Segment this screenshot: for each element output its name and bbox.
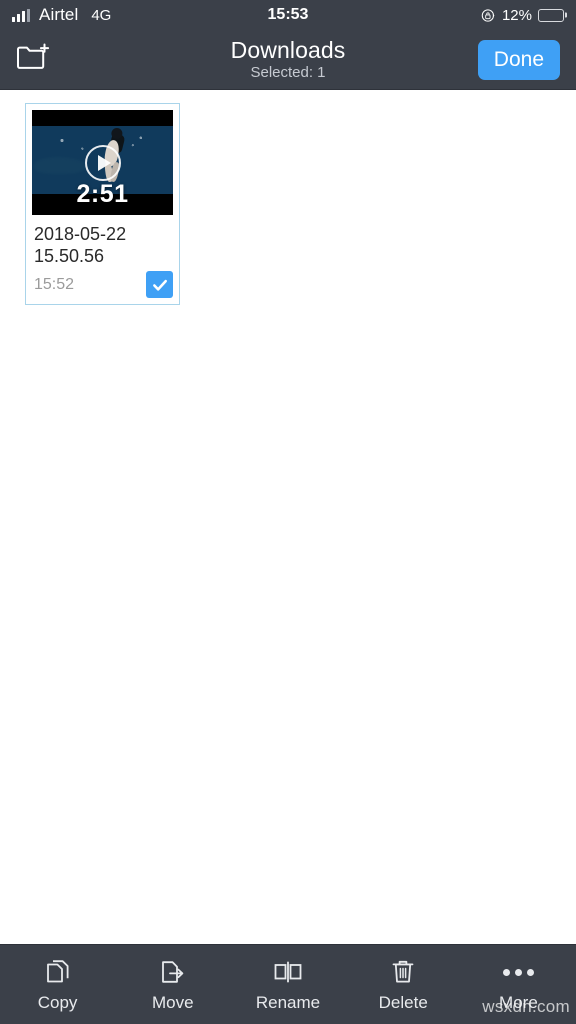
new-folder-icon	[16, 43, 50, 76]
more-dots-icon	[502, 957, 534, 987]
more-button[interactable]: More	[461, 957, 576, 1012]
rename-label: Rename	[255, 993, 321, 1012]
video-thumbnail[interactable]: 2:51	[32, 110, 173, 215]
move-icon	[159, 957, 187, 987]
status-bar: Airtel 4G 15:53 12%	[0, 0, 576, 30]
play-icon	[84, 144, 121, 181]
file-name-label: 2018-05-22 15.50.56	[34, 224, 127, 266]
file-card[interactable]: 2:51 2018-05-22 15.50.56 15:52	[25, 103, 180, 305]
network-type-label: 4G	[91, 6, 112, 24]
rename-button[interactable]: Rename	[230, 957, 345, 1012]
trash-icon	[391, 957, 415, 987]
done-button[interactable]: Done	[477, 39, 560, 80]
check-icon	[152, 279, 167, 291]
file-card-footer: 15:52	[26, 267, 179, 304]
new-folder-button[interactable]	[16, 38, 60, 82]
delete-label: Delete	[378, 993, 428, 1012]
shark-shape	[34, 157, 86, 175]
video-duration-label: 2:51	[76, 180, 129, 208]
file-select-checkbox[interactable]	[146, 271, 173, 298]
navigation-bar: Downloads Selected: 1 Done	[0, 30, 576, 90]
bottom-toolbar: Copy Move Rename Delete More wsxdn.com	[0, 944, 576, 1024]
status-bar-right: 12%	[481, 7, 564, 24]
battery-icon	[538, 8, 564, 22]
more-label: More	[499, 993, 538, 1012]
signal-strength-icon	[12, 8, 30, 22]
move-button[interactable]: Move	[115, 957, 230, 1012]
file-grid: 2:51 2018-05-22 15.50.56 15:52	[25, 103, 576, 305]
status-bar-left: Airtel 4G	[12, 5, 111, 25]
copy-button[interactable]: Copy	[0, 957, 115, 1012]
file-time-label: 15:52	[34, 275, 75, 293]
file-list-content: 2:51 2018-05-22 15.50.56 15:52	[0, 90, 576, 945]
rename-icon	[273, 957, 303, 987]
delete-button[interactable]: Delete	[346, 957, 461, 1012]
copy-icon	[45, 957, 71, 987]
carrier-label: Airtel	[39, 5, 79, 24]
copy-label: Copy	[37, 993, 78, 1012]
move-label: Move	[152, 993, 194, 1012]
battery-percent-label: 12%	[501, 6, 532, 24]
rotation-lock-icon	[481, 8, 496, 23]
